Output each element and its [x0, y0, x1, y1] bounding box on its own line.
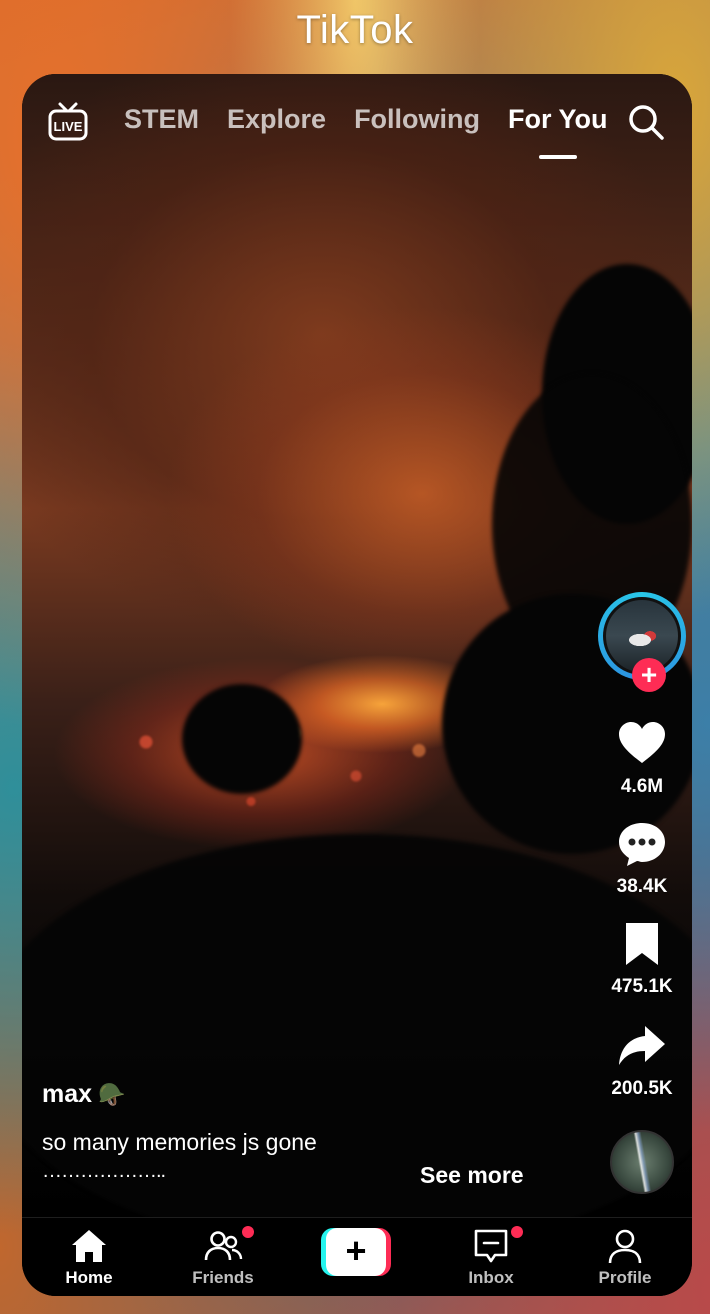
- active-tab-indicator: [538, 155, 577, 159]
- feed-tabs: STEM Explore Following For You: [124, 104, 636, 159]
- nav-label: Profile: [598, 1268, 652, 1287]
- share-arrow-icon: [619, 1026, 665, 1065]
- app-title: TikTok: [296, 8, 414, 52]
- bookmark-count: 475.1K: [611, 976, 673, 997]
- tab-label: STEM: [124, 104, 200, 134]
- comment-count: 38.4K: [616, 876, 668, 897]
- plus-icon: +: [326, 1228, 386, 1276]
- nav-profile[interactable]: Profile: [570, 1226, 680, 1288]
- live-label: LIVE: [54, 119, 83, 134]
- follow-button[interactable]: +: [632, 658, 666, 692]
- tree-silhouette: [182, 684, 302, 794]
- bottom-nav: Home Friends + Inbox Profile: [22, 1217, 692, 1296]
- tab-label: For You: [508, 104, 608, 134]
- phone-screen: LIVE STEM Explore Following For You + 4.…: [22, 74, 692, 1296]
- comment-button[interactable]: 38.4K: [592, 818, 692, 898]
- search-icon: [629, 105, 664, 140]
- post-description: so many memories js gone: [42, 1129, 317, 1155]
- live-tv-icon: LIVE: [48, 102, 88, 141]
- share-button[interactable]: 200.5K: [592, 1020, 692, 1100]
- share-count: 200.5K: [611, 1078, 673, 1099]
- home-icon: [72, 1230, 106, 1262]
- nav-label: Friends: [192, 1268, 254, 1287]
- nav-inbox[interactable]: Inbox: [436, 1226, 546, 1288]
- create-button[interactable]: +: [321, 1228, 391, 1276]
- heart-icon: [619, 722, 665, 763]
- comment-icon: [619, 823, 665, 866]
- notification-dot: [511, 1226, 523, 1238]
- live-button[interactable]: LIVE: [46, 100, 90, 144]
- tab-following[interactable]: Following: [354, 104, 480, 135]
- music-disc-icon[interactable]: [610, 1130, 674, 1194]
- notification-dot: [242, 1226, 254, 1238]
- top-nav: LIVE STEM Explore Following For You: [22, 74, 692, 174]
- profile-icon: [608, 1229, 642, 1264]
- friends-icon: [204, 1231, 243, 1261]
- tab-for-you[interactable]: For You: [508, 104, 608, 159]
- helmet-emoji-icon: 🪖: [98, 1082, 126, 1107]
- nav-label: Home: [65, 1268, 113, 1287]
- like-button[interactable]: 4.6M: [592, 718, 692, 798]
- creator-avatar-ring[interactable]: +: [598, 592, 686, 692]
- creator-username[interactable]: max 🪖: [42, 1080, 562, 1109]
- tab-stem[interactable]: STEM: [124, 104, 199, 135]
- like-count: 4.6M: [620, 776, 664, 797]
- nav-friends[interactable]: Friends: [168, 1226, 278, 1288]
- tab-label: Following: [354, 104, 481, 134]
- bookmark-button[interactable]: 475.1K: [592, 918, 692, 998]
- inbox-icon: [474, 1229, 508, 1263]
- nav-home[interactable]: Home: [34, 1226, 144, 1288]
- tab-label: Explore: [227, 104, 327, 134]
- username-text: max: [42, 1080, 93, 1108]
- see-more-link[interactable]: See more: [420, 1162, 524, 1189]
- nav-label: Inbox: [468, 1268, 514, 1287]
- search-button[interactable]: [626, 102, 666, 142]
- tab-explore[interactable]: Explore: [227, 104, 326, 135]
- bookmark-icon: [626, 923, 658, 965]
